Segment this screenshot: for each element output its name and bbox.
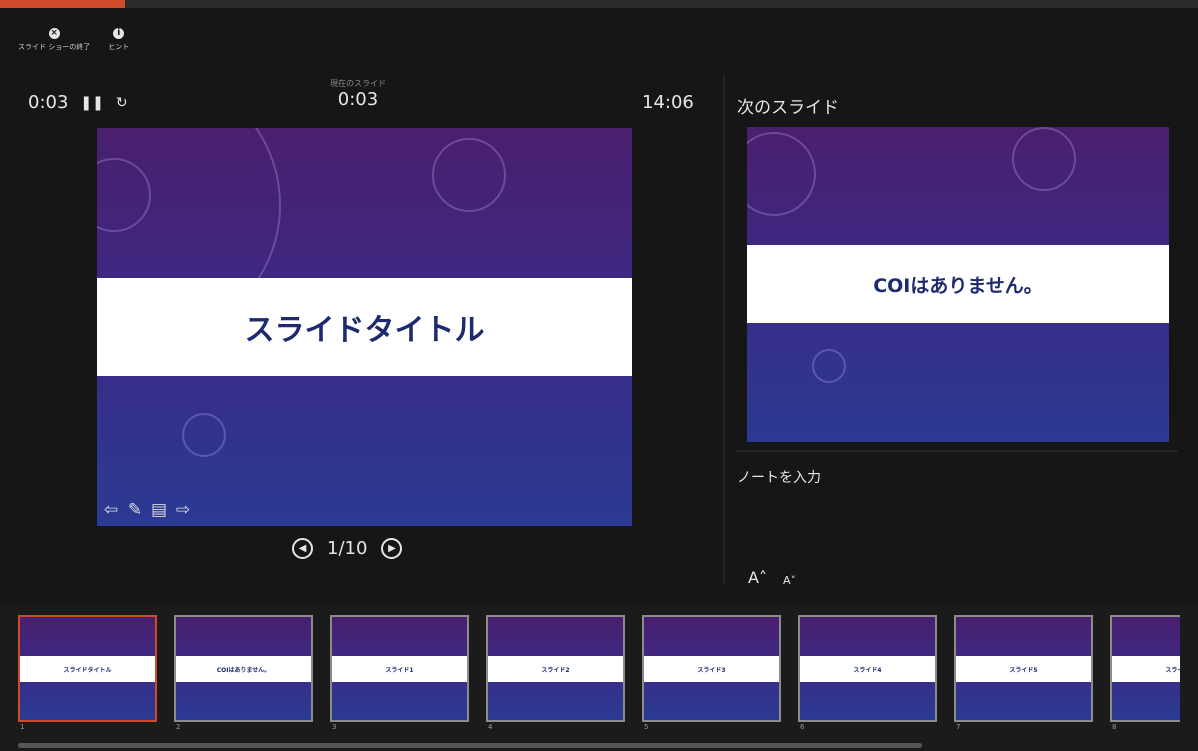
slide-thumbnail[interactable]: COIはありません。 2 — [174, 615, 313, 736]
reset-icon[interactable]: ↻ — [116, 95, 128, 111]
decor-ring — [812, 349, 846, 383]
presenter-toolbar: × スライド ショーの終了 i ヒント — [18, 28, 129, 52]
thumbnail-title: スライド5 — [1009, 666, 1038, 674]
hint-button[interactable]: i ヒント — [108, 28, 129, 52]
thumbnail-title: スライド4 — [853, 666, 882, 674]
decor-ring — [1012, 127, 1076, 191]
slide-title: スライドタイトル — [244, 313, 485, 348]
elapsed-time: 0:03 — [28, 92, 69, 113]
hint-label: ヒント — [108, 43, 130, 51]
slide-thumbnail[interactable]: スライド6 8 — [1110, 615, 1180, 736]
thumbnail-number: 6 — [800, 723, 805, 731]
decor-ring — [747, 132, 816, 216]
elapsed-timer: 0:03 ❚❚ ↻ — [28, 92, 128, 113]
progress-fill — [0, 0, 125, 8]
slide-thumbnail[interactable]: スライドタイトル 1 — [18, 615, 157, 736]
slide-thumbnail[interactable]: スライド2 4 — [486, 615, 625, 736]
next-slide-title: COIはありません。 — [873, 274, 1043, 297]
increase-font-button[interactable]: A˄ — [748, 568, 767, 587]
next-slide-preview[interactable]: COIはありません。 — [747, 127, 1169, 442]
pen-icon[interactable]: ✎ — [125, 500, 145, 520]
panel-divider — [723, 75, 725, 585]
thumbnail-number: 2 — [176, 723, 181, 731]
thumbnail-title: スライド1 — [385, 666, 414, 674]
info-icon: i — [113, 28, 125, 39]
next-slide-button[interactable]: ▶ — [381, 538, 403, 559]
current-slide-preview[interactable]: スライドタイトル ⇦ ✎ ▤ ⇨ — [97, 128, 632, 526]
thumbnail-scrollbar[interactable] — [18, 743, 922, 748]
decor-ring — [182, 413, 226, 457]
notes-divider — [735, 450, 1178, 452]
previous-slide-button[interactable]: ◀ — [292, 538, 313, 559]
next-slide-label: 次のスライド — [737, 98, 839, 118]
thumbnail-list: スライドタイトル 1 COIはありません。 2 スライド1 3 スライド2 4 … — [18, 615, 1180, 736]
notes-input[interactable]: ノートを入力 — [737, 467, 821, 487]
slide-tools: ⇦ ✎ ▤ ⇨ — [101, 500, 193, 520]
thumbnail-number: 5 — [644, 723, 649, 731]
font-size-controls: A˄ A˅ — [748, 568, 796, 587]
slide-thumbnail[interactable]: スライド1 3 — [330, 615, 469, 736]
thumbnail-number: 7 — [956, 723, 961, 731]
thumbnail-title: スライド2 — [541, 666, 570, 674]
end-show-button[interactable]: × スライド ショーの終了 — [18, 28, 90, 52]
current-slide-timer: 現在のスライド 0:03 — [330, 78, 386, 110]
current-slide-label: 現在のスライド — [330, 79, 386, 88]
thumbnail-number: 4 — [488, 723, 493, 731]
thumbnail-title: COIはありません。 — [216, 666, 271, 674]
thumbnail-title: スライド6 — [1165, 666, 1180, 674]
decor-ring — [432, 138, 506, 212]
close-circle-icon: × — [48, 28, 60, 39]
back-arrow-icon[interactable]: ⇦ — [101, 500, 121, 520]
thumbnail-title: スライドタイトル — [63, 666, 112, 674]
progress-bar — [0, 0, 1198, 8]
slide-navigation: ◀ 1/10 ▶ — [292, 538, 403, 559]
thumbnail-title: スライド3 — [697, 666, 726, 674]
decrease-font-button[interactable]: A˅ — [783, 574, 796, 587]
page-counter: 1/10 — [327, 538, 368, 559]
thumbnail-number: 3 — [332, 723, 337, 731]
current-slide-time: 0:03 — [337, 89, 379, 110]
slide-thumbnail[interactable]: スライド4 6 — [798, 615, 937, 736]
slide-title-band: スライドタイトル — [97, 278, 632, 376]
end-show-label: スライド ショーの終了 — [18, 43, 91, 51]
slide-thumbnail[interactable]: スライド5 7 — [954, 615, 1093, 736]
thumbnail-number: 8 — [1112, 723, 1117, 731]
next-slide-title-band: COIはありません。 — [747, 245, 1169, 323]
slide-thumbnail[interactable]: スライド3 5 — [642, 615, 781, 736]
thumbnail-number: 1 — [20, 723, 25, 731]
pause-icon[interactable]: ❚❚ — [80, 95, 103, 111]
clock: 14:06 — [642, 92, 694, 113]
forward-arrow-icon[interactable]: ⇨ — [173, 500, 193, 520]
subtitle-icon[interactable]: ▤ — [149, 500, 169, 520]
